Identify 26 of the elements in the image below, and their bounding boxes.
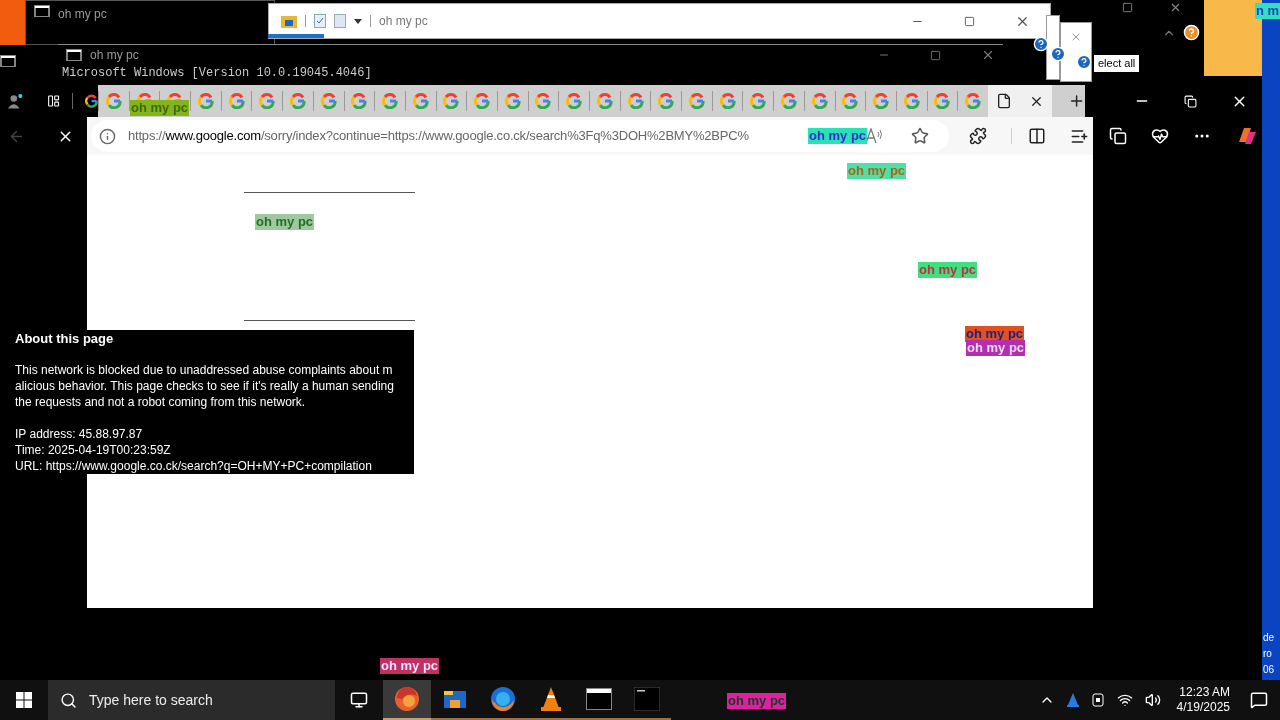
search-field[interactable]: Type here to search <box>48 680 335 720</box>
oh-my-pc-toast: oh my pc <box>380 658 440 674</box>
oh-my-pc-toast: oh my pc <box>847 163 907 179</box>
detail-line: IP address: 45.88.97.87 <box>15 426 144 442</box>
detail-line: URL: https://www.google.co.ck/search?q=OH+MY+PC+compilation <box>15 458 373 474</box>
clock-time[interactable]: 12:23 AM <box>1179 685 1230 700</box>
window-title: oh my pc <box>90 47 139 64</box>
window-title: oh my pc <box>58 6 107 23</box>
window-title: oh my pc <box>379 13 428 30</box>
oh-my-pc-toast: oh my pc <box>130 100 190 116</box>
oh-my-pc-toast: oh my pc <box>918 262 978 278</box>
detail-line: Time: 2025-04-19T00:23:59Z <box>15 442 172 458</box>
partial-text: de <box>1263 631 1275 645</box>
panel-paragraph: This network is blocked due to unaddressed abuse complaints about malicious behavior. This page checks to see if it's really a human sending the requests and not a robot coming from this network. <box>15 362 395 410</box>
url-text: https://www.google.com/sorry/index?continue=https://www.google.co.ck/search%3Fq%3DOH%2BMY%2BPC% <box>128 127 749 146</box>
oh-my-pc-toast: oh my pc <box>727 693 787 709</box>
partial-text: 06 <box>1263 663 1275 677</box>
oh-my-pc-toast: n m <box>1255 3 1280 19</box>
oh-my-pc-toast: oh my pc <box>808 128 868 144</box>
clock-date[interactable]: 4/19/2025 <box>1176 700 1230 715</box>
partial-text: ro <box>1263 647 1273 661</box>
dialog-label: elect all <box>1094 55 1140 72</box>
panel-heading: About this page <box>15 331 115 347</box>
oh-my-pc-toast: oh my pc <box>255 214 315 230</box>
oh-my-pc-toast: oh my pc <box>966 340 1026 356</box>
console-output: Microsoft Windows [Version 10.0.19045.4046] <box>61 65 373 81</box>
